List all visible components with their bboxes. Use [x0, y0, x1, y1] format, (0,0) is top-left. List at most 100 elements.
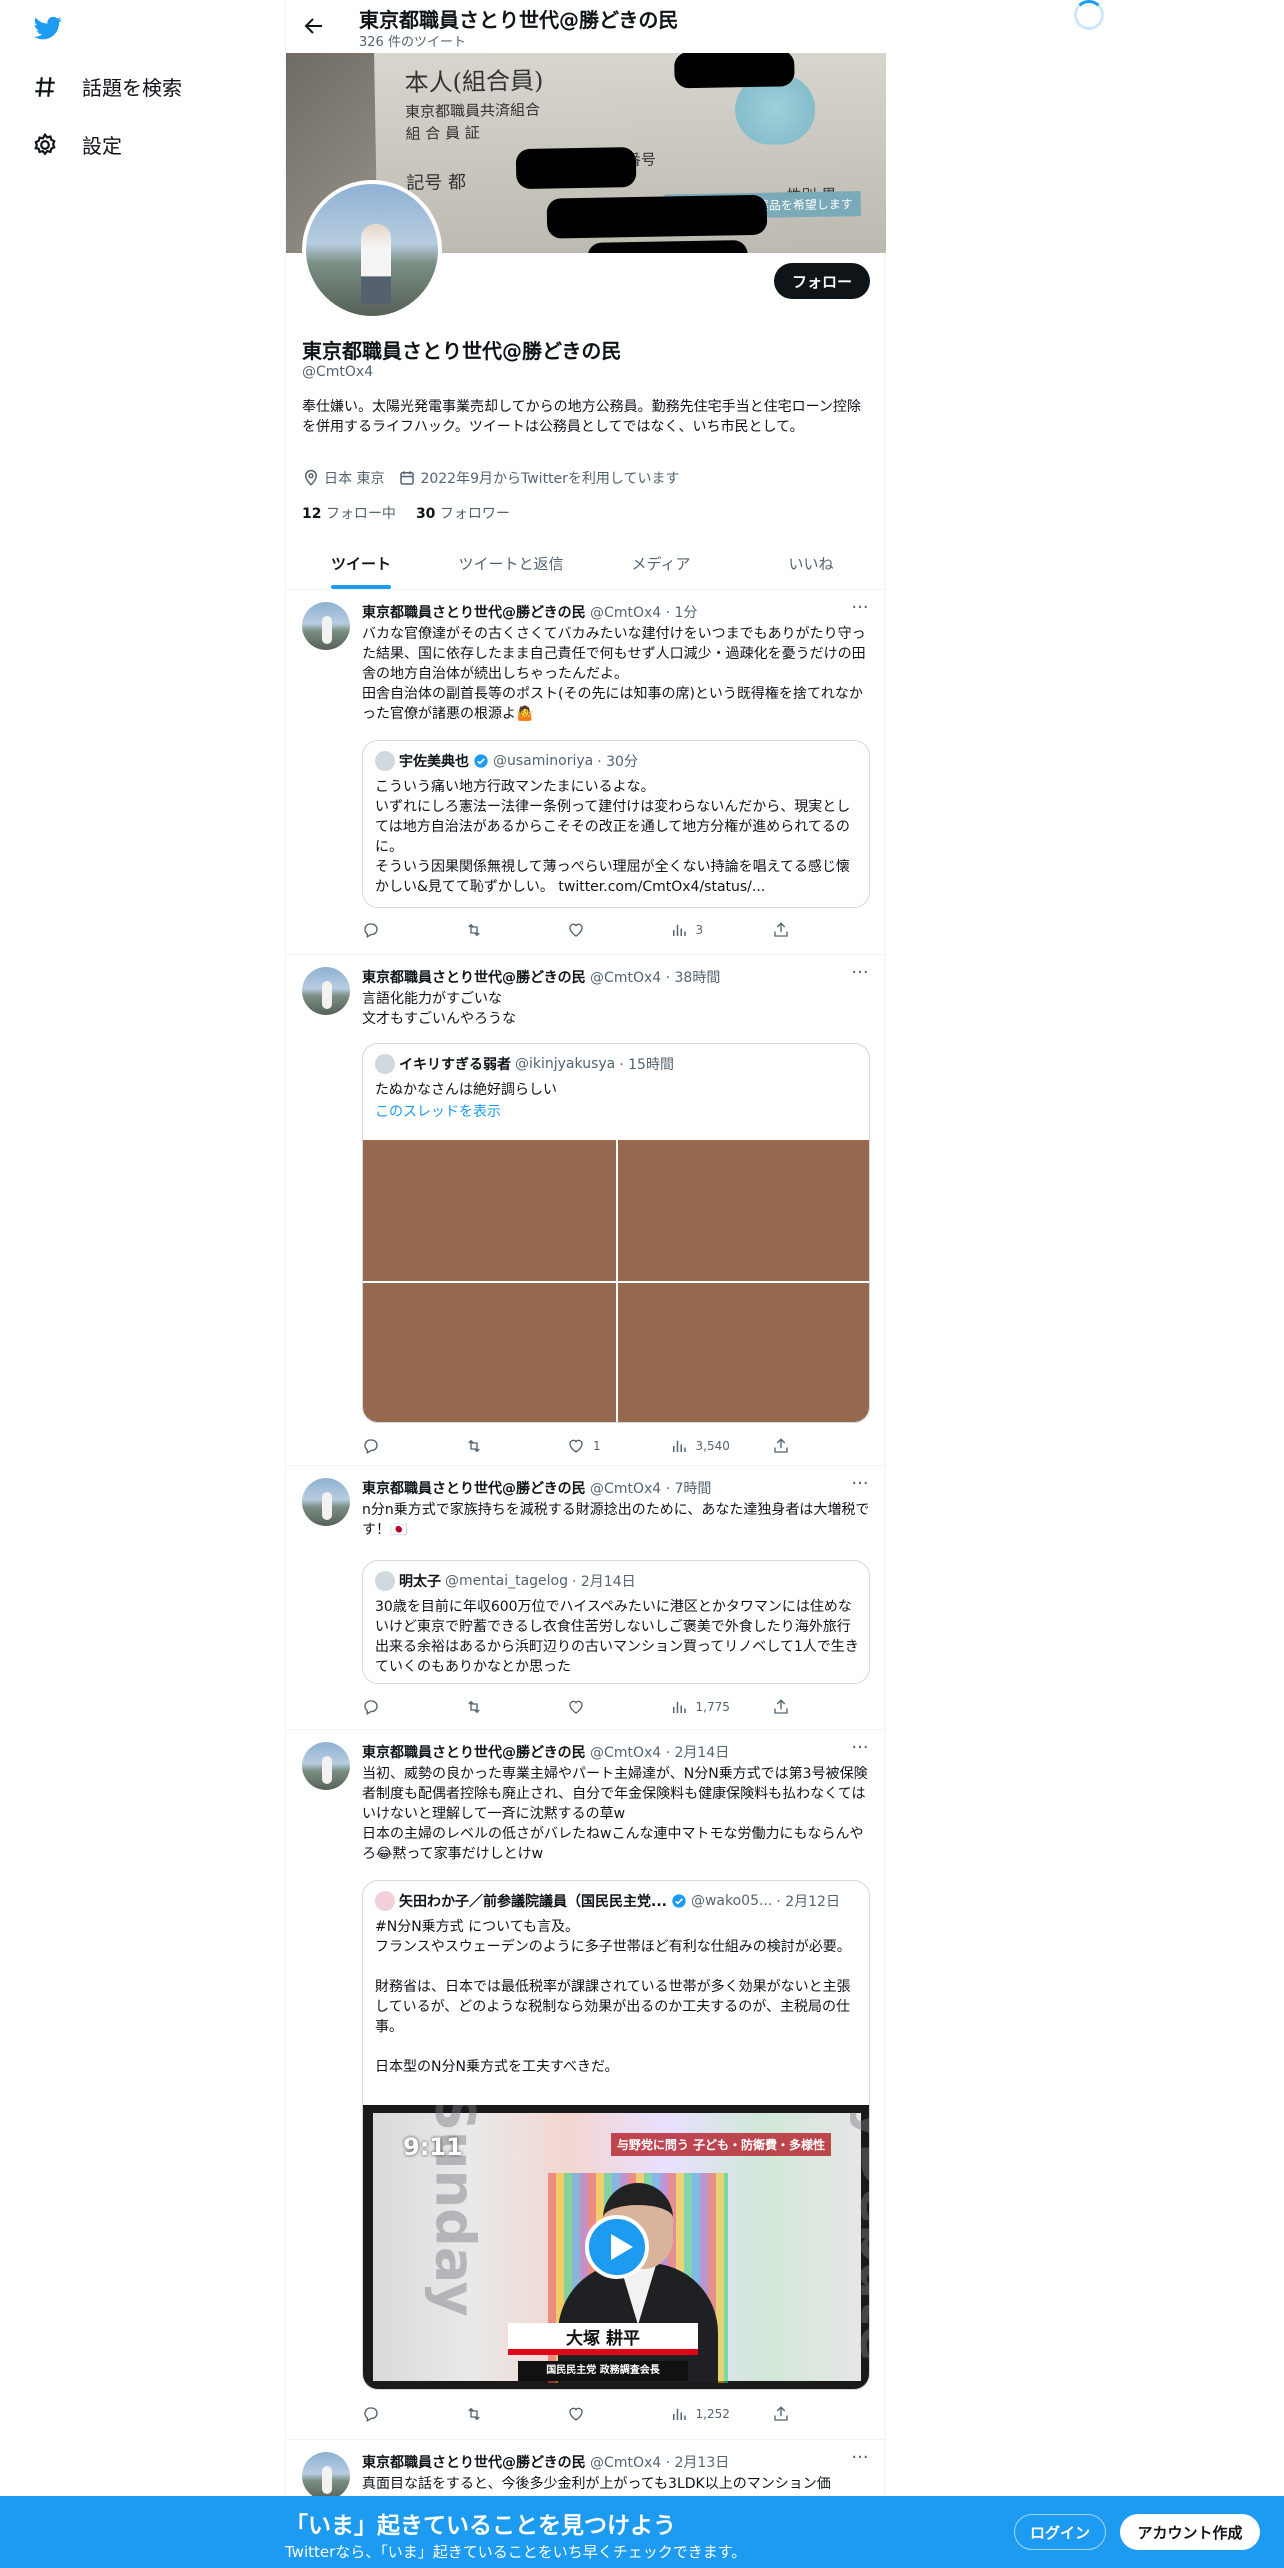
more-options-icon[interactable]: ··· [850, 964, 870, 987]
tab-likes[interactable]: いいね [736, 537, 886, 589]
tweet[interactable]: 東京都職員さとり世代@勝どきの民 @CmtOx4 · 38時間 ··· 言語化能… [286, 955, 886, 1466]
tab-tweets-and-replies[interactable]: ツイートと返信 [436, 537, 586, 589]
avatar[interactable] [302, 2452, 350, 2500]
page-title: 東京都職員さとり世代@勝どきの民 [359, 8, 679, 32]
author-name[interactable]: 東京都職員さとり世代@勝どきの民 [362, 970, 586, 986]
more-options-icon[interactable]: ··· [850, 2449, 870, 2472]
share-button[interactable] [772, 920, 792, 940]
video-player[interactable]: Sunday yDebate 9:11 与野党に問う 子ども・防衛費・多様性 大… [363, 2105, 869, 2389]
more-options-icon[interactable]: ··· [850, 1475, 870, 1498]
tab-media[interactable]: メディア [586, 537, 736, 589]
author-handle[interactable]: @CmtOx4 [590, 970, 661, 986]
joined-text: 2022年9月からTwitterを利用しています [420, 471, 680, 487]
quoted-tweet-time: · 15時間 [619, 1057, 674, 1073]
tweet-time[interactable]: · 2月13日 [661, 2455, 730, 2471]
like-button[interactable] [567, 920, 637, 940]
retweet-button[interactable] [465, 2404, 535, 2424]
author-name[interactable]: 東京都職員さとり世代@勝どきの民 [362, 605, 586, 621]
author-handle[interactable]: @CmtOx4 [590, 1481, 661, 1497]
like-button[interactable]: 1 [567, 1436, 637, 1456]
views-button[interactable]: 3,540 [670, 1436, 740, 1456]
retweet-button[interactable] [465, 1697, 535, 1717]
like-button[interactable] [567, 1697, 637, 1717]
insurance-card-photo: 本人(組合員) 東京都職員共済組合 組 合 員 証 記号 都 番号 性別 男 ジ… [374, 53, 886, 253]
retweet-button[interactable] [465, 920, 535, 940]
show-thread-link[interactable]: このスレッドを表示 [375, 1102, 859, 1122]
views-count: 3 [695, 923, 704, 937]
media-image[interactable] [363, 1140, 616, 1281]
heart-icon [569, 1700, 583, 1714]
tweet-count: 326 件のツイート [359, 35, 466, 50]
sidebar-item-settings[interactable]: 設定 [32, 130, 122, 159]
quoted-tweet-link[interactable]: twitter.com/CmtOx4/status/... [558, 879, 765, 895]
author-handle[interactable]: @CmtOx4 [590, 605, 661, 621]
author-name[interactable]: 東京都職員さとり世代@勝どきの民 [362, 1481, 586, 1497]
media-image[interactable] [618, 1140, 869, 1281]
share-button[interactable] [772, 2404, 792, 2424]
login-button[interactable]: ログイン [1014, 2514, 1106, 2550]
share-button[interactable] [772, 1436, 792, 1456]
share-button[interactable] [772, 1697, 792, 1717]
like-button[interactable] [567, 2404, 637, 2424]
followers-link[interactable]: 30 フォロワー [416, 503, 510, 523]
media-image[interactable] [618, 1283, 869, 1422]
avatar [375, 1571, 395, 1591]
sidebar-item-explore[interactable]: 話題を検索 [32, 72, 182, 101]
views-count: 1,775 [695, 1700, 730, 1714]
followers-count: 30 [415, 506, 436, 522]
quoted-tweet[interactable]: 矢田わか子／前参議院議員（国民民主党... @wako05... · 2月12日… [362, 1880, 870, 2390]
author-name[interactable]: 東京都職員さとり世代@勝どきの民 [362, 1745, 586, 1761]
card-text: 東京都職員共済組合 [404, 100, 541, 122]
profile-avatar[interactable] [302, 180, 442, 320]
signup-button[interactable]: アカウント作成 [1120, 2514, 1260, 2550]
views-icon [672, 1440, 686, 1452]
tweet[interactable]: 東京都職員さとり世代@勝どきの民 @CmtOx4 · 1分 ··· バカな官僚達… [286, 590, 886, 955]
quoted-tweet-header: イキリすぎる弱者 @ikinjyakusya · 15時間 [375, 1054, 855, 1074]
views-button[interactable]: 1,775 [670, 1697, 740, 1717]
views-button[interactable]: 1,252 [670, 2404, 740, 2424]
loading-spinner-icon [1074, 0, 1104, 30]
reply-button[interactable] [362, 920, 432, 940]
media-image[interactable] [363, 1283, 616, 1422]
retweet-button[interactable] [465, 1436, 535, 1456]
tab-tweets[interactable]: ツイート [286, 537, 436, 589]
avatar[interactable] [302, 1478, 350, 1526]
author-handle[interactable]: @CmtOx4 [590, 1745, 661, 1761]
tweet-header: 東京都職員さとり世代@勝どきの民 @CmtOx4 · 38時間 [362, 967, 862, 987]
avatar[interactable] [302, 1742, 350, 1790]
follow-button[interactable]: フォロー [774, 263, 870, 299]
quoted-tweet-header: 矢田わか子／前参議院議員（国民民主党... @wako05... · 2月12日 [375, 1891, 855, 1911]
reply-icon [364, 2407, 378, 2422]
quoted-tweet[interactable]: 宇佐美典也 @usaminoriya · 30分 こういう痛い地方行政マンたまに… [362, 740, 870, 908]
play-button-icon[interactable] [585, 2215, 649, 2279]
location-text: 日本 東京 [324, 471, 385, 487]
author-name[interactable]: 東京都職員さとり世代@勝どきの民 [362, 2455, 586, 2471]
media-grid[interactable] [363, 1140, 869, 1422]
reply-button[interactable] [362, 1436, 432, 1456]
quoted-tweet[interactable]: イキリすぎる弱者 @ikinjyakusya · 15時間 たぬかなさんは絶好調… [362, 1043, 870, 1423]
tweet-time[interactable]: · 38時間 [661, 970, 721, 986]
quoted-tweet[interactable]: 明太子 @mentai_tagelog · 2月14日 30歳を目前に年収600… [362, 1560, 870, 1684]
share-icon [774, 1438, 788, 1453]
tweet-time[interactable]: · 1分 [661, 605, 698, 621]
tweet-time[interactable]: · 2月14日 [661, 1745, 730, 1761]
share-icon [774, 922, 788, 937]
back-arrow-icon[interactable] [302, 14, 326, 38]
tweet-time[interactable]: · 7時間 [661, 1481, 712, 1497]
avatar[interactable] [302, 967, 350, 1015]
reply-button[interactable] [362, 2404, 432, 2424]
tv-caption-name: 大塚 耕平 [508, 2323, 698, 2355]
more-options-icon[interactable]: ··· [850, 599, 870, 622]
following-link[interactable]: 12 フォロー中 [302, 503, 396, 523]
author-handle[interactable]: @CmtOx4 [590, 2455, 661, 2471]
twitter-logo-icon[interactable] [32, 14, 64, 42]
tweet[interactable]: 東京都職員さとり世代@勝どきの民 @CmtOx4 · 2月14日 ··· 当初、… [286, 1730, 886, 2440]
reply-button[interactable] [362, 1697, 432, 1717]
tweet-text: 当初、威勢の良かった専業主婦やパート主婦達が、N分N乗方式では第3号被保険者制度… [362, 1766, 868, 1862]
views-button[interactable]: 3 [670, 920, 740, 940]
profile-joined: 2022年9月からTwitterを利用しています [398, 468, 680, 488]
follow-stats: 12 フォロー中 30 フォロワー [302, 503, 510, 523]
more-options-icon[interactable]: ··· [850, 1739, 870, 1762]
avatar[interactable] [302, 602, 350, 650]
tweet[interactable]: 東京都職員さとり世代@勝どきの民 @CmtOx4 · 7時間 ··· n分n乗方… [286, 1466, 886, 1730]
